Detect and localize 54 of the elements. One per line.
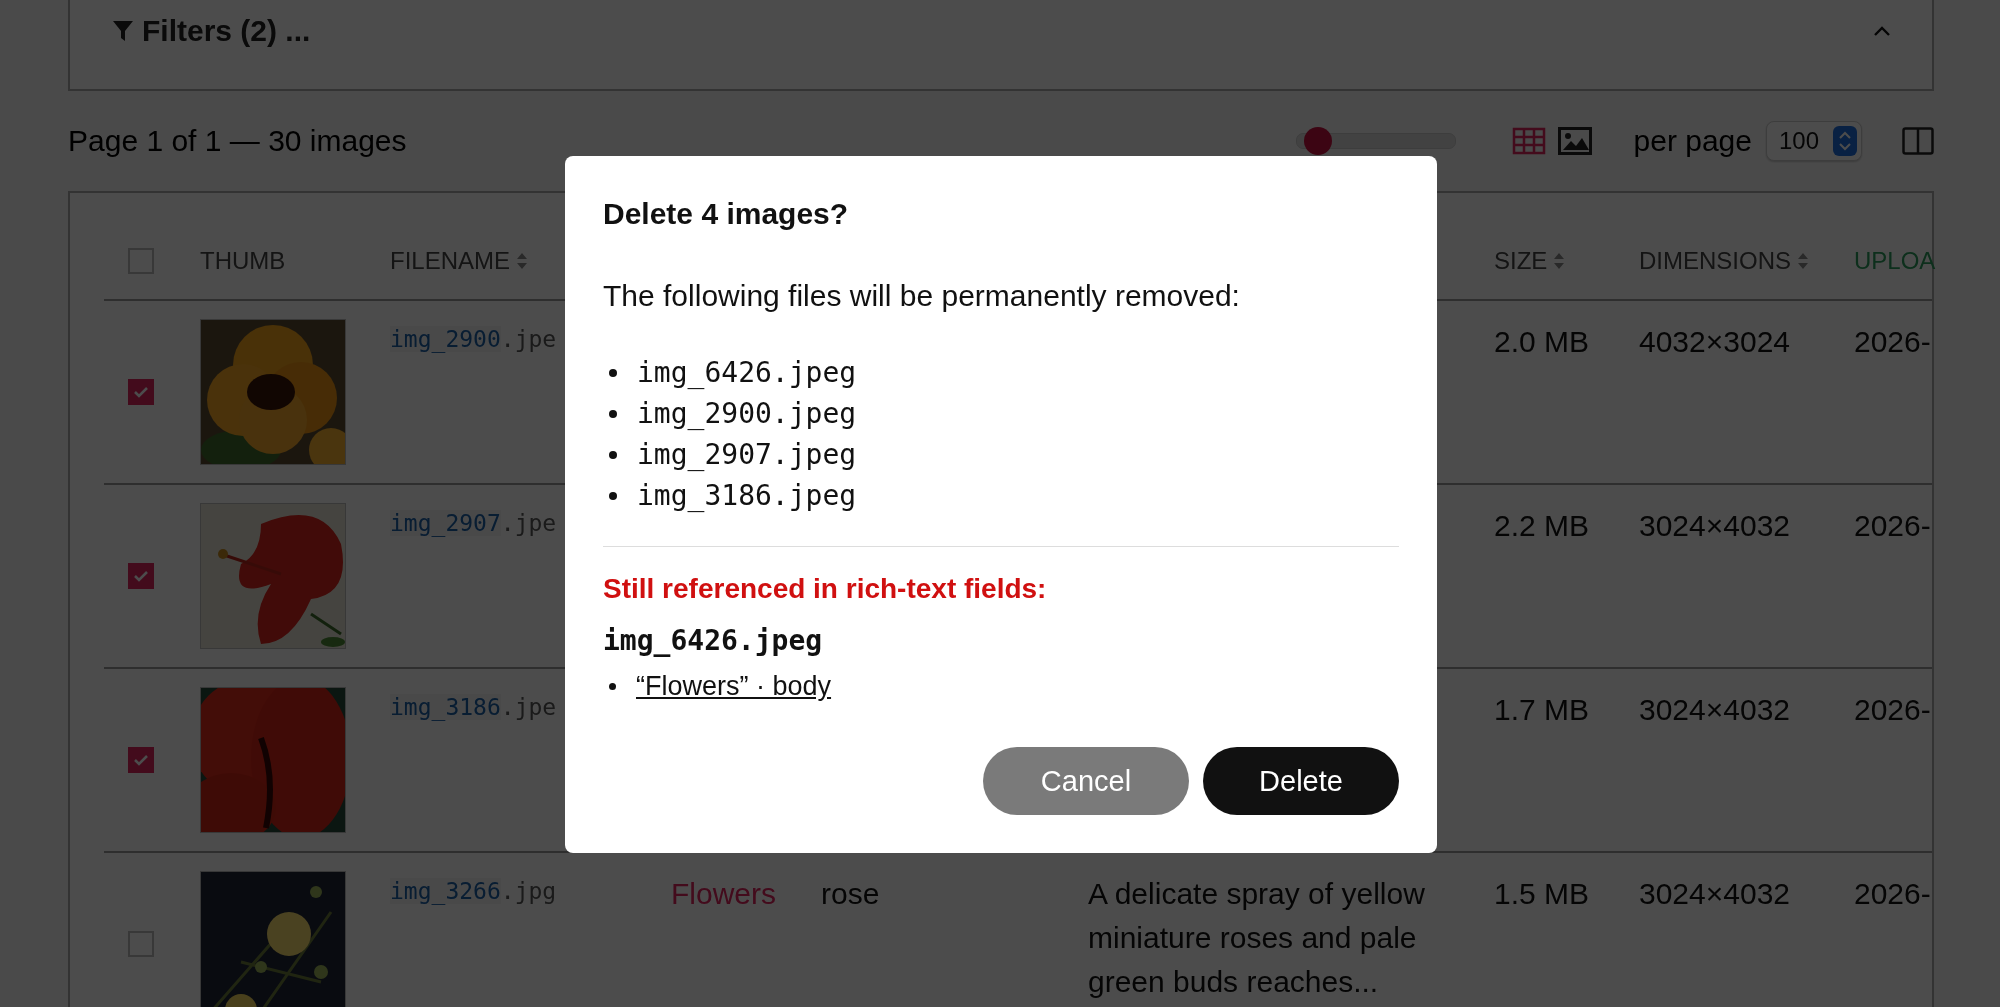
tag-text: rose	[821, 876, 880, 912]
sort-icon[interactable]	[1797, 251, 1809, 271]
thumb-size-slider[interactable]	[1295, 127, 1456, 155]
bullet-icon	[609, 368, 617, 377]
page-summary: Page 1 of 1 — 30 images	[68, 124, 407, 158]
date-text: 2026-	[1854, 876, 1931, 912]
date-text: 2026-	[1854, 508, 1931, 544]
dimensions-text: 3024×4032	[1639, 508, 1790, 544]
file-name: img_3186.jpeg	[637, 479, 857, 512]
row-checkbox[interactable]	[128, 379, 154, 405]
date-text: 2026-	[1854, 692, 1931, 728]
file-name: img_2900.jpeg	[637, 397, 857, 430]
dialog-title: Delete 4 images?	[603, 196, 850, 232]
filters-toggle[interactable]: Filters (2) ...	[112, 14, 311, 48]
cancel-button[interactable]: Cancel	[983, 747, 1189, 815]
column-header[interactable]: FILENAME	[390, 247, 529, 275]
split-panel-icon[interactable]	[1902, 127, 1934, 155]
slider-thumb[interactable]	[1303, 127, 1332, 155]
column-header[interactable]: DIMENSIONS	[1639, 247, 1809, 275]
description-text: A delicate spray of yellow miniature roses and pale green buds reaches...	[1088, 876, 1426, 1000]
table-view-icon[interactable]	[1511, 127, 1546, 155]
dimensions-text: 4032×3024	[1639, 324, 1790, 360]
bullet-icon	[609, 683, 616, 690]
row-checkbox[interactable]	[128, 747, 154, 773]
per-page-select[interactable]: 100	[1765, 121, 1862, 161]
size-text: 2.2 MB	[1494, 508, 1590, 544]
file-name: img_2907.jpeg	[637, 438, 857, 471]
size-text: 2.0 MB	[1494, 324, 1590, 360]
size-text: 1.7 MB	[1494, 692, 1590, 728]
date-text: 2026-	[1854, 324, 1931, 360]
column-header: THUMB	[200, 247, 286, 275]
dimensions-text: 3024×4032	[1639, 692, 1790, 728]
category-link[interactable]: Flowers	[671, 872, 776, 916]
image-view-icon[interactable]	[1557, 127, 1592, 155]
file-name: img_6426.jpeg	[637, 356, 857, 389]
column-header: UPLOA	[1854, 247, 1936, 275]
bullet-icon	[609, 491, 617, 500]
reference-link[interactable]: “Flowers” · body	[636, 671, 832, 702]
per-page-label: per page	[1633, 124, 1752, 158]
column-header[interactable]: SIZE	[1494, 247, 1566, 275]
sort-icon[interactable]	[1553, 251, 1566, 271]
size-text: 1.5 MB	[1494, 876, 1590, 912]
warning-heading: Still referenced in rich-text fields:	[603, 572, 1048, 606]
bullet-icon	[609, 450, 617, 459]
chevron-up-icon[interactable]	[1872, 24, 1892, 38]
dialog-message: The following files will be permanently removed:	[603, 278, 1241, 314]
delete-button[interactable]: Delete	[1203, 747, 1399, 815]
sort-icon[interactable]	[516, 251, 529, 271]
dimensions-text: 3024×4032	[1639, 876, 1790, 912]
stepper-icon	[1833, 126, 1857, 156]
bullet-icon	[609, 409, 617, 418]
referenced-file: img_6426.jpeg	[603, 623, 824, 659]
funnel-icon	[112, 19, 134, 43]
row-checkbox[interactable]	[128, 563, 154, 589]
